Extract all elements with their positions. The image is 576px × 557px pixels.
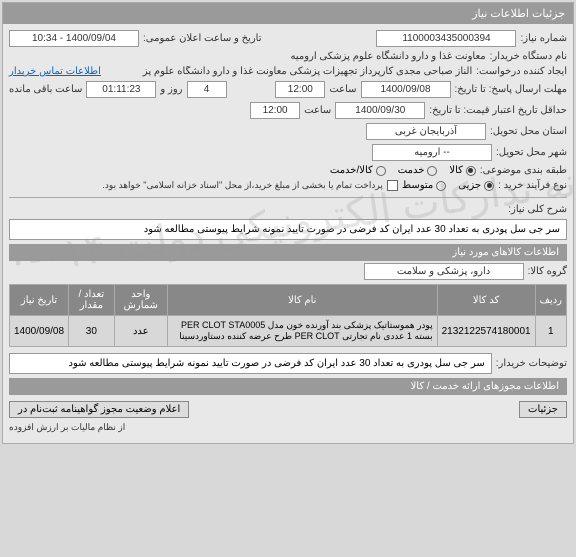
th-code: کد کالا — [437, 285, 535, 316]
province-label: استان محل تحویل: — [490, 126, 567, 137]
min-valid-date: 1400/09/30 — [335, 102, 425, 119]
purchase-type-label: نوع فرآیند خرید : — [498, 180, 567, 191]
radio-dot-icon — [436, 181, 446, 191]
purchase-radio-group: جزیی متوسط — [402, 180, 494, 191]
cell-idx: 1 — [535, 316, 566, 347]
time-label-1: ساعت — [329, 84, 356, 95]
radio-dot-icon — [376, 166, 386, 176]
radio-goods[interactable]: کالا — [449, 165, 476, 176]
days-label: روز و — [160, 84, 182, 95]
desc-value: سر جی سل پودری به تعداد 30 عدد ایران کد … — [9, 219, 567, 240]
city-label: شهر محل تحویل: — [496, 147, 567, 158]
deadline-label: مهلت ارسال پاسخ: تا تاریخ: — [455, 84, 567, 95]
radio-goods-label: کالا — [449, 165, 463, 176]
req-no-label: شماره نیاز: — [520, 33, 567, 44]
radio-medium-label: متوسط — [402, 180, 433, 191]
cell-code: 2132122574180001 — [437, 316, 535, 347]
radio-both-label: کالا/خدمت — [330, 165, 373, 176]
cell-qty: 30 — [69, 316, 115, 347]
buyer-value: معاونت غذا و دارو دانشگاه علوم پزشکی ارو… — [290, 51, 485, 62]
buyer-notes-label: توضیحات خریدار: — [496, 358, 567, 369]
group-label: گروه کالا: — [528, 266, 567, 277]
radio-minor-label: جزیی — [458, 180, 481, 191]
province-value: آذربایجان غربی — [366, 123, 486, 140]
city-value: -- ارومیه — [372, 144, 492, 161]
time-label-2: ساعت — [304, 105, 331, 116]
radio-both[interactable]: کالا/خدمت — [330, 165, 386, 176]
cell-name: پودر هموستاتیک پزشکی بند آورنده خون مدل … — [168, 316, 438, 347]
pub-datetime-value: 1400/09/04 - 10:34 — [9, 30, 139, 47]
radio-dot-icon — [466, 166, 476, 176]
remain-label: ساعت باقی مانده — [9, 84, 82, 95]
license-header: اطلاعات مجوزهای ارائه خدمت / کالا — [9, 378, 567, 395]
cell-date: 1400/09/08 — [10, 316, 69, 347]
radio-dot-icon — [427, 166, 437, 176]
radio-minor[interactable]: جزیی — [458, 180, 494, 191]
creator-label: ایجاد کننده درخواست: — [476, 66, 567, 77]
treasury-checkbox[interactable] — [387, 180, 398, 191]
time-remaining: 01:11:23 — [86, 81, 156, 98]
days-remaining: 4 — [187, 81, 227, 98]
th-qty: تعداد / مقدار — [69, 285, 115, 316]
th-name: نام کالا — [168, 285, 438, 316]
deadline-date: 1400/09/08 — [361, 81, 451, 98]
req-no-value: 1100003435000394 — [376, 30, 516, 47]
main-panel: جزئیات اطلاعات نیاز شماره نیاز: 11000034… — [2, 2, 574, 444]
panel-title: جزئیات اطلاعات نیاز — [3, 3, 573, 24]
radio-medium[interactable]: متوسط — [402, 180, 446, 191]
class-label: طبقه بندی موضوعی: — [480, 165, 567, 176]
tax-status-button[interactable]: اعلام وضعیت مجوز گواهینامه ثبت‌نام در — [9, 401, 189, 418]
pub-datetime-label: تاریخ و ساعت اعلان عمومی: — [143, 33, 262, 44]
buyer-label: نام دستگاه خریدار: — [490, 51, 567, 62]
buyer-notes-value: سر جی سل پودری به تعداد 30 عدد ایران کد … — [9, 353, 492, 374]
class-radio-group: کالا خدمت کالا/خدمت — [330, 165, 476, 176]
th-date: تاریخ نیاز — [10, 285, 69, 316]
th-idx: ردیف — [535, 285, 566, 316]
cell-unit: عدد — [114, 316, 167, 347]
deadline-time: 12:00 — [275, 81, 325, 98]
group-value: دارو، پزشکی و سلامت — [364, 263, 524, 280]
goods-table: ردیف کد کالا نام کالا واحد شمارش تعداد /… — [9, 284, 567, 347]
contact-link[interactable]: اطلاعات تماس خریدار — [9, 66, 101, 77]
desc-label: شرح کلی نیاز: — [508, 204, 567, 215]
iva-note: از نظام مالیات بر ارزش افزوده — [9, 422, 125, 433]
details-button[interactable]: جزئیات — [519, 401, 567, 418]
min-valid-label: حداقل تاریخ اعتبار قیمت: تا تاریخ: — [429, 105, 567, 116]
creator-value: الناز صباحی مجدی کارپرداز تجهیزات پزشکی … — [105, 66, 472, 77]
table-row: 1 2132122574180001 پودر هموستاتیک پزشکی … — [10, 316, 567, 347]
radio-dot-icon — [484, 181, 494, 191]
purchase-note: پرداخت تمام یا بخشی از مبلغ خرید،از محل … — [102, 180, 382, 191]
min-valid-time: 12:00 — [250, 102, 300, 119]
radio-service-label: خدمت — [398, 165, 425, 176]
radio-service[interactable]: خدمت — [398, 165, 438, 176]
th-unit: واحد شمارش — [114, 285, 167, 316]
goods-header: اطلاعات کالاهای مورد نیاز — [9, 244, 567, 261]
